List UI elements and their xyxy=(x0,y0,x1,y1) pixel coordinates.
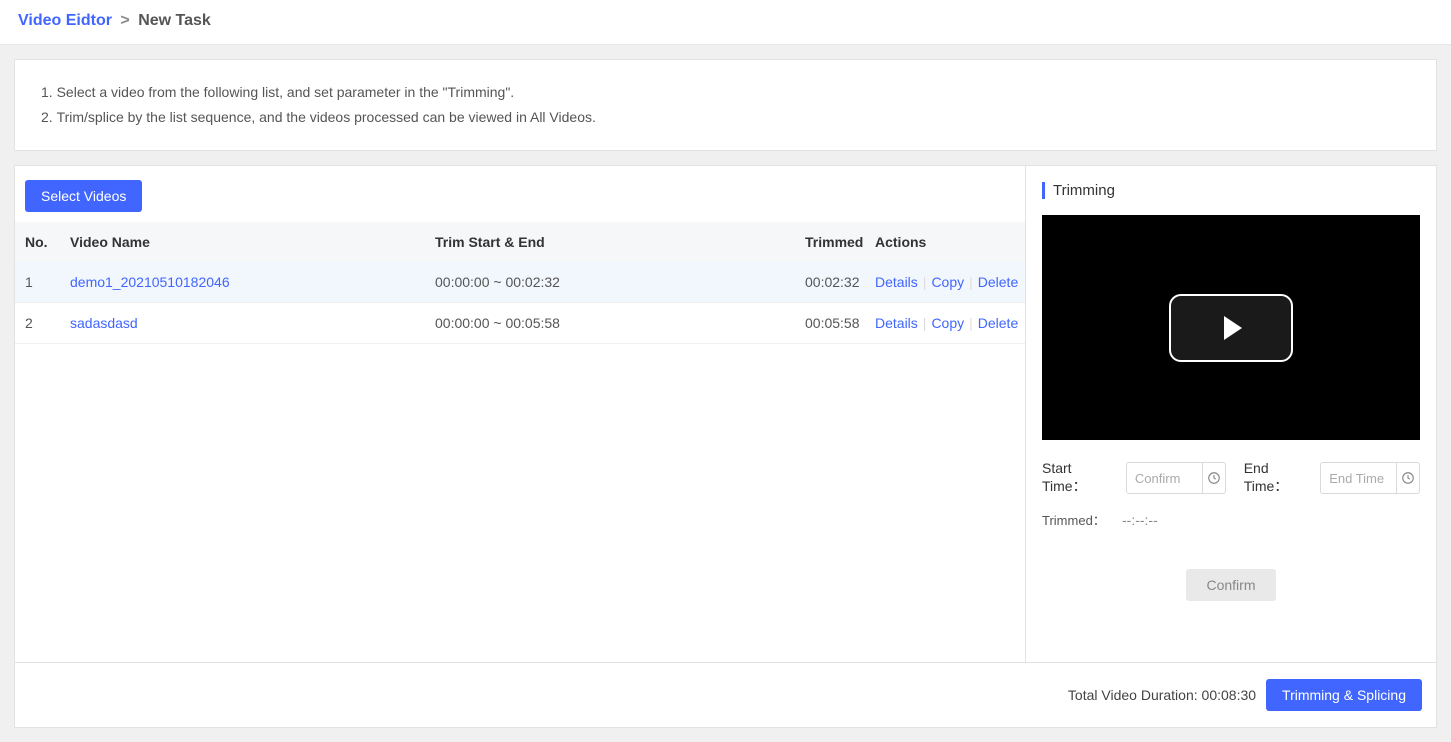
start-time-label: Start Time： xyxy=(1042,460,1116,496)
end-time-input[interactable] xyxy=(1321,463,1396,493)
end-time-label: End Time： xyxy=(1244,460,1310,496)
table-row[interactable]: 1 demo1_20210510182046 00:00:00 ~ 00:02:… xyxy=(15,262,1025,303)
details-link[interactable]: Details xyxy=(875,274,918,290)
trimming-panel: Trimming Start Time： End Time： xyxy=(1025,165,1437,663)
instruction-item: Select a video from the following list, … xyxy=(41,80,1414,105)
clock-icon[interactable] xyxy=(1396,463,1419,493)
cell-trim: 00:00:00 ~ 00:05:58 xyxy=(425,303,795,344)
copy-link[interactable]: Copy xyxy=(931,274,964,290)
video-name-link[interactable]: demo1_20210510182046 xyxy=(70,274,230,290)
col-trim: Trim Start & End xyxy=(425,222,795,262)
start-time-input-wrap[interactable] xyxy=(1126,462,1226,494)
breadcrumb-sep: > xyxy=(120,12,129,29)
cell-trimmed: 00:02:32 xyxy=(795,262,865,303)
breadcrumb-parent[interactable]: Video Eidtor xyxy=(18,12,112,29)
select-videos-button[interactable]: Select Videos xyxy=(25,180,142,212)
play-button[interactable] xyxy=(1169,294,1293,362)
start-time-input[interactable] xyxy=(1127,463,1202,493)
delete-link[interactable]: Delete xyxy=(978,274,1018,290)
videos-table: No. Video Name Trim Start & End Trimmed … xyxy=(15,222,1025,344)
video-player[interactable] xyxy=(1042,215,1420,440)
delete-link[interactable]: Delete xyxy=(978,315,1018,331)
col-trimmed: Trimmed xyxy=(795,222,865,262)
instructions-box: Select a video from the following list, … xyxy=(14,59,1437,151)
col-name: Video Name xyxy=(60,222,425,262)
footer-bar: Total Video Duration: 00:08:30 Trimming … xyxy=(14,663,1437,728)
copy-link[interactable]: Copy xyxy=(931,315,964,331)
cell-no: 1 xyxy=(15,262,60,303)
trimmed-value: --:--:-- xyxy=(1122,512,1158,528)
instruction-item: Trim/splice by the list sequence, and th… xyxy=(41,105,1414,130)
trim-splice-button[interactable]: Trimming & Splicing xyxy=(1266,679,1422,711)
clock-icon[interactable] xyxy=(1202,463,1225,493)
col-no: No. xyxy=(15,222,60,262)
cell-trim: 00:00:00 ~ 00:02:32 xyxy=(425,262,795,303)
video-list-panel: Select Videos No. Video Name Trim Start … xyxy=(14,165,1025,663)
details-link[interactable]: Details xyxy=(875,315,918,331)
trimmed-label: Trimmed： xyxy=(1042,510,1122,529)
play-icon xyxy=(1224,316,1242,340)
confirm-button[interactable]: Confirm xyxy=(1186,569,1275,601)
cell-trimmed: 00:05:58 xyxy=(795,303,865,344)
breadcrumb: Video Eidtor > New Task xyxy=(0,0,1451,45)
table-row[interactable]: 2 sadasdasd 00:00:00 ~ 00:05:58 00:05:58… xyxy=(15,303,1025,344)
trimming-title: Trimming xyxy=(1042,182,1420,199)
col-actions: Actions xyxy=(865,222,1025,262)
end-time-input-wrap[interactable] xyxy=(1320,462,1420,494)
breadcrumb-current: New Task xyxy=(138,12,211,29)
video-name-link[interactable]: sadasdasd xyxy=(70,315,138,331)
cell-no: 2 xyxy=(15,303,60,344)
total-duration: Total Video Duration: 00:08:30 xyxy=(1068,687,1256,703)
